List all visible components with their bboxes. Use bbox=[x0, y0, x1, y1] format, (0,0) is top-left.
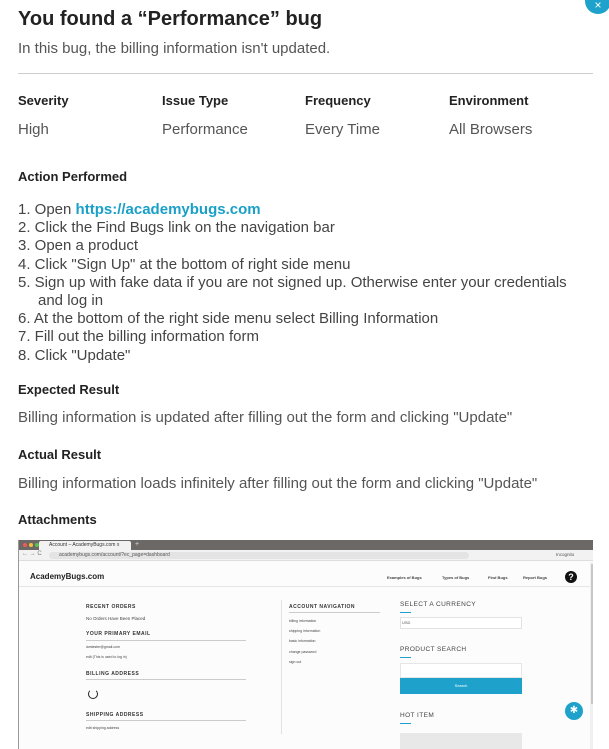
action-heading: Action Performed bbox=[18, 169, 128, 184]
help-icon: ? bbox=[565, 571, 577, 583]
hot-item-image bbox=[400, 733, 522, 749]
account-nav-item: basic information bbox=[289, 639, 316, 643]
environment-value: All Browsers bbox=[449, 121, 533, 138]
list-item: 7. Fill out the billing information form bbox=[18, 328, 259, 346]
shipping-edit-link: edit shipping address bbox=[86, 726, 120, 730]
product-search-heading: PRODUCT SEARCH bbox=[400, 646, 467, 653]
shipping-heading: SHIPPING ADDRESS bbox=[86, 712, 144, 718]
browser-tab: Account – AcademyBugs.com x bbox=[39, 541, 131, 550]
divider bbox=[289, 612, 380, 613]
attachment-screenshot[interactable]: Account – AcademyBugs.com x + ← → C acad… bbox=[18, 540, 593, 749]
site-logo: AcademyBugs.com bbox=[30, 572, 105, 581]
url-field: academybugs.com/account/?ec_page=dashboa… bbox=[49, 552, 469, 559]
divider bbox=[18, 73, 593, 74]
close-button[interactable]: × bbox=[585, 0, 609, 14]
environment-label: Environment bbox=[449, 93, 529, 108]
divider bbox=[86, 640, 246, 641]
divider bbox=[19, 586, 593, 587]
list-item: 1. Open https://academybugs.com bbox=[18, 201, 261, 218]
recent-orders-heading: RECENT ORDERS bbox=[86, 604, 136, 610]
issue-type-label: Issue Type bbox=[162, 93, 229, 108]
issue-type-value: Performance bbox=[162, 121, 248, 138]
list-item: 2. Click the Find Bugs link on the navig… bbox=[18, 219, 335, 237]
list-item: 3. Open a product bbox=[18, 237, 139, 255]
email-text: iamtester@gmail.com bbox=[86, 645, 120, 649]
bug-icon: ✱ bbox=[565, 702, 583, 720]
email-edit-link: edit (This is used to log in) bbox=[86, 655, 127, 659]
account-nav-item: change password bbox=[289, 650, 317, 654]
list-item: 5. Sign up with fake data if you are not… bbox=[18, 273, 567, 310]
site-nav-item: Find Bugs bbox=[488, 575, 508, 580]
actual-result: Billing information loads infinitely aft… bbox=[18, 475, 538, 492]
loading-spinner-icon bbox=[88, 689, 98, 699]
actual-heading: Actual Result bbox=[18, 447, 102, 462]
accent-line bbox=[400, 723, 411, 724]
steps-list: 1. Open https://academybugs.com 2. Click… bbox=[18, 201, 588, 365]
frequency-value: Every Time bbox=[305, 121, 381, 138]
severity-label: Severity bbox=[18, 93, 69, 108]
incognito-label: Incognito bbox=[556, 552, 575, 557]
product-search-input bbox=[400, 663, 522, 678]
email-heading: YOUR PRIMARY EMAIL bbox=[86, 631, 151, 637]
account-nav-item: sign out bbox=[289, 660, 302, 664]
list-item: 8. Click "Update" bbox=[18, 346, 131, 364]
account-nav-item: billing information bbox=[289, 619, 317, 623]
column-divider bbox=[281, 600, 282, 734]
hot-item-heading: HOT ITEM bbox=[400, 712, 435, 719]
severity-value: High bbox=[18, 121, 49, 138]
frequency-label: Frequency bbox=[305, 93, 371, 108]
expected-result: Billing information is updated after fil… bbox=[18, 409, 513, 426]
divider bbox=[86, 720, 246, 721]
site-nav-item: Examples of Bugs bbox=[387, 575, 422, 580]
bug-description: In this bug, the billing information isn… bbox=[18, 40, 331, 57]
new-tab-icon: + bbox=[135, 541, 140, 548]
list-item: 4. Click "Sign Up" at the bottom of righ… bbox=[18, 255, 351, 273]
academybugs-link[interactable]: https://academybugs.com bbox=[76, 201, 261, 218]
site-nav-item: Types of Bugs bbox=[442, 575, 470, 580]
site-nav-item: Report Bugs bbox=[523, 575, 547, 580]
window-close-dot bbox=[23, 543, 27, 547]
accent-line bbox=[400, 612, 411, 613]
account-nav-item: shipping information bbox=[289, 629, 321, 633]
nav-arrows-icon: ← → C bbox=[22, 551, 42, 557]
list-item: 6. At the bottom of the right side menu … bbox=[18, 310, 439, 328]
close-icon: × bbox=[594, 0, 602, 12]
page-title: You found a “Performance” bug bbox=[18, 8, 323, 30]
scrollbar-thumb bbox=[591, 564, 593, 704]
window-min-dot bbox=[29, 543, 33, 547]
divider bbox=[86, 679, 246, 680]
currency-select: USD bbox=[400, 617, 522, 629]
currency-heading: SELECT A CURRENCY bbox=[400, 601, 477, 608]
expected-heading: Expected Result bbox=[18, 382, 120, 397]
attachments-heading: Attachments bbox=[18, 512, 97, 527]
accent-line bbox=[400, 657, 411, 658]
no-orders-text: No Orders Have Been Placed bbox=[86, 616, 146, 621]
billing-heading: BILLING ADDRESS bbox=[86, 671, 140, 677]
search-button: Search bbox=[400, 678, 522, 694]
account-nav-heading: ACCOUNT NAVIGATION bbox=[289, 604, 356, 610]
